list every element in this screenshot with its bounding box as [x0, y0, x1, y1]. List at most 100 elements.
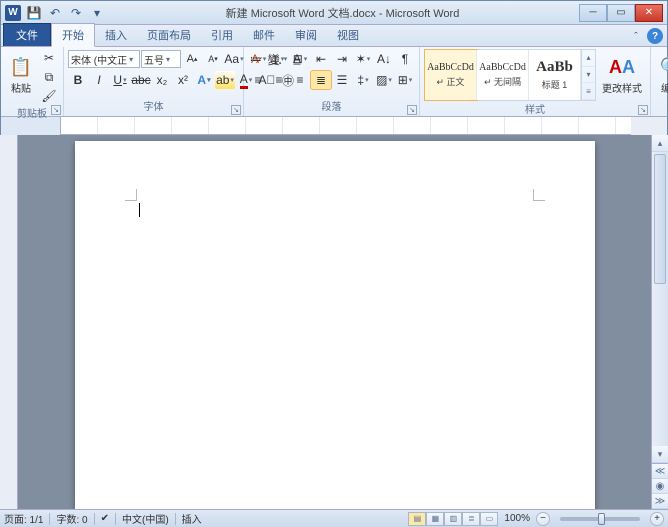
tab-references[interactable]: 引用 [201, 24, 243, 46]
help-icon[interactable]: ? [647, 28, 663, 44]
increase-indent-button[interactable]: ⇥ [332, 50, 352, 68]
font-launcher[interactable]: ↘ [231, 105, 241, 115]
strike-button[interactable]: abc [131, 71, 151, 89]
borders-button[interactable]: ⊞ [395, 71, 415, 89]
style-item-nospacing[interactable]: AaBbCcDd ↵ 无间隔 [477, 50, 529, 100]
cut-button[interactable]: ✂ [39, 49, 59, 67]
clipboard-launcher[interactable]: ↘ [51, 105, 61, 115]
document-scroll[interactable] [18, 135, 651, 509]
find-button[interactable]: 🔍 编辑 [655, 49, 668, 101]
paste-button[interactable]: 📋 粘贴 [5, 49, 37, 101]
asian-layout-button[interactable]: ✶ [353, 50, 373, 68]
zoom-slider[interactable] [560, 517, 640, 521]
shading-button[interactable]: ▨ [374, 71, 394, 89]
view-outline[interactable]: ≣ [462, 512, 480, 526]
vertical-ruler[interactable] [0, 135, 18, 509]
text-cursor [139, 203, 140, 217]
bold-button[interactable]: B [68, 71, 88, 89]
file-tab[interactable]: 文件 [3, 23, 51, 46]
status-insert-mode[interactable]: 插入 [182, 511, 202, 526]
distribute-button[interactable]: ☰ [332, 71, 352, 89]
tab-view[interactable]: 视图 [327, 24, 369, 46]
scroll-down-button[interactable]: ▾ [652, 446, 668, 463]
minimize-ribbon-button[interactable]: ˆ [629, 30, 643, 44]
styles-launcher[interactable]: ↘ [638, 105, 648, 115]
style-preview: AaBbCcDd [427, 62, 474, 73]
tab-insert[interactable]: 插入 [95, 24, 137, 46]
horizontal-ruler[interactable] [61, 117, 631, 135]
redo-button[interactable]: ↷ [67, 4, 85, 22]
align-left-button[interactable]: ≡ [248, 71, 268, 89]
bullets-button[interactable]: ≔ [248, 50, 268, 68]
qat-more-button[interactable]: ▾ [88, 4, 106, 22]
status-language[interactable]: 中文(中国) [122, 511, 169, 526]
close-button[interactable]: ✕ [635, 4, 663, 22]
scroll-thumb[interactable] [654, 154, 666, 284]
zoom-out-button[interactable]: − [536, 512, 550, 526]
paragraph-launcher[interactable]: ↘ [407, 105, 417, 115]
decrease-indent-button[interactable]: ⇤ [311, 50, 331, 68]
numbering-button[interactable]: ⒈ [269, 50, 289, 68]
format-painter-button[interactable]: 🖌 [39, 87, 59, 105]
zoom-thumb[interactable] [598, 513, 605, 525]
next-page-button[interactable]: ≫ [652, 494, 668, 509]
show-marks-button[interactable]: ¶ [395, 50, 415, 68]
italic-button[interactable]: I [89, 71, 109, 89]
view-web[interactable]: ▥ [444, 512, 462, 526]
change-styles-button[interactable]: AA 更改样式 [598, 49, 646, 101]
sort-button[interactable]: A↓ [374, 50, 394, 68]
copy-button[interactable]: ⧉ [39, 68, 59, 86]
style-preview: AaBbCcDd [479, 62, 526, 73]
undo-button[interactable]: ↶ [46, 4, 64, 22]
prev-page-button[interactable]: ≪ [652, 464, 668, 479]
margin-mark-tr [533, 189, 545, 201]
change-case-button[interactable]: Aa [224, 50, 244, 68]
paste-label: 粘贴 [11, 80, 31, 95]
view-fullscreen[interactable]: ▦ [426, 512, 444, 526]
gallery-up-button[interactable]: ▴ [582, 50, 595, 67]
vertical-scrollbar[interactable]: ▴ ▾ ≪ ◉ ≫ [651, 135, 668, 509]
underline-button[interactable]: U [110, 71, 130, 89]
font-name-combo[interactable]: 宋体 (中文正▾ [68, 50, 140, 68]
page[interactable] [75, 141, 595, 509]
font-size-combo[interactable]: 五号▾ [141, 50, 181, 68]
line-spacing-button[interactable]: ‡ [353, 71, 373, 89]
style-item-normal[interactable]: AaBbCcDd ↵ 正文 [425, 50, 477, 100]
style-item-heading1[interactable]: AaBb 标题 1 [529, 50, 581, 100]
tab-review[interactable]: 审阅 [285, 24, 327, 46]
scroll-track[interactable] [652, 152, 668, 446]
grow-font-button[interactable]: A▴ [182, 50, 202, 68]
save-button[interactable]: 💾 [25, 4, 43, 22]
ribbon: 📋 粘贴 ✂ ⧉ 🖌 剪贴板 ↘ 宋体 (中文正▾ 五号▾ A▴ A▾ Aa A… [1, 47, 667, 117]
align-right-button[interactable]: ≡ [290, 71, 310, 89]
status-spellcheck-icon[interactable]: ✔ [101, 513, 109, 524]
zoom-in-button[interactable]: + [650, 512, 664, 526]
font-name-value: 宋体 (中文正 [71, 52, 127, 67]
browse-object-button[interactable]: ◉ [652, 479, 668, 494]
minimize-button[interactable]: ─ [579, 4, 607, 22]
shrink-font-button[interactable]: A▾ [203, 50, 223, 68]
tab-mail[interactable]: 邮件 [243, 24, 285, 46]
view-print-layout[interactable]: ▤ [408, 512, 426, 526]
align-center-button[interactable]: ≡ [269, 71, 289, 89]
status-words[interactable]: 字数: 0 [56, 511, 87, 526]
status-page[interactable]: 页面: 1/1 [4, 511, 43, 526]
group-styles: AaBbCcDd ↵ 正文 AaBbCcDd ↵ 无间隔 AaBb 标题 1 ▴… [420, 47, 651, 116]
maximize-button[interactable]: ▭ [607, 4, 635, 22]
tab-home[interactable]: 开始 [51, 23, 95, 47]
multilevel-button[interactable]: ⊟ [290, 50, 310, 68]
justify-button[interactable]: ≣ [311, 71, 331, 89]
highlight-button[interactable]: ab [215, 71, 235, 89]
scroll-up-button[interactable]: ▴ [652, 135, 668, 152]
editing-label: 编辑 [661, 80, 668, 95]
zoom-level[interactable]: 100% [504, 513, 530, 524]
text-effects-button[interactable]: A [194, 71, 214, 89]
gallery-nav: ▴ ▾ ≡ [581, 50, 595, 100]
editing-group-label [655, 102, 668, 114]
tab-layout[interactable]: 页面布局 [137, 24, 201, 46]
superscript-button[interactable]: x² [173, 71, 193, 89]
subscript-button[interactable]: x₂ [152, 71, 172, 89]
gallery-down-button[interactable]: ▾ [582, 67, 595, 84]
view-draft[interactable]: ▭ [480, 512, 498, 526]
gallery-more-button[interactable]: ≡ [582, 83, 595, 100]
